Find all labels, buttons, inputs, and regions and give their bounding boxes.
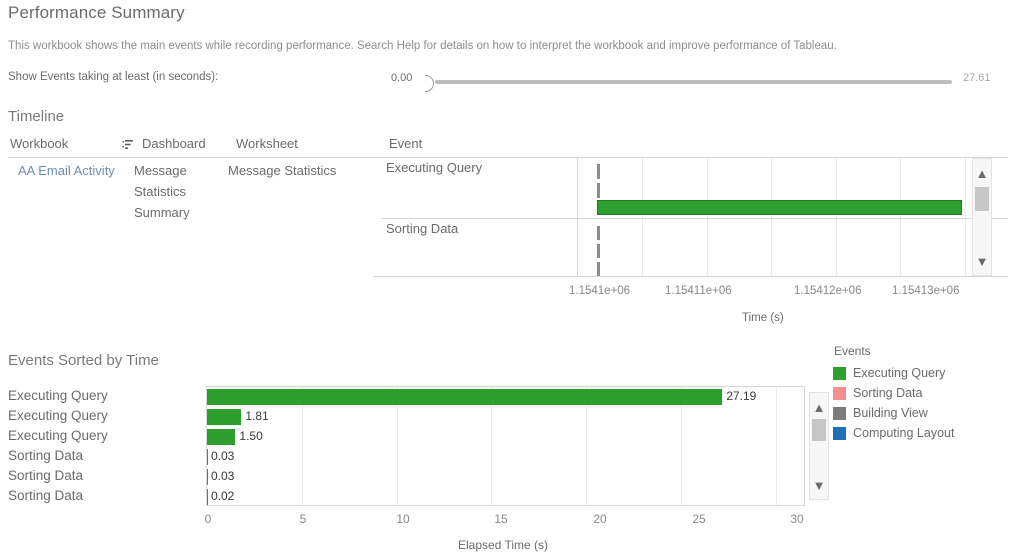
slider-handle[interactable] (425, 75, 434, 92)
events-bar-value: 1.50 (239, 427, 262, 447)
timeline-mark (597, 244, 600, 258)
cell-workbook[interactable]: AA Email Activity (18, 160, 123, 181)
timeline-mark (597, 164, 600, 179)
legend-item-computing-layout[interactable]: Computing Layout (833, 423, 1013, 443)
legend-swatch (833, 427, 846, 440)
events-bar-value: 1.81 (245, 407, 268, 427)
timeline-section-title: Timeline (8, 108, 64, 125)
events-axis-title: Elapsed Time (s) (458, 538, 548, 552)
event-row-label: Sorting Data (8, 486, 203, 506)
legend-label: Computing Layout (853, 426, 954, 440)
events-bar-row: 1.50 (207, 427, 804, 447)
events-legend: Events Executing Query Sorting Data Buil… (833, 344, 1013, 443)
events-bar-row: 0.02 (207, 487, 804, 507)
slider-min-value: 0.00 (391, 72, 412, 84)
events-bar-row: 1.81 (207, 407, 804, 427)
sort-ascending-icon[interactable] (122, 138, 135, 151)
filter-label: Show Events taking at least (in seconds)… (8, 71, 218, 83)
legend-item-executing-query[interactable]: Executing Query (833, 363, 1013, 383)
events-bar-chart: 27.19 1.81 1.50 0.03 0.03 0.02 (206, 386, 805, 506)
legend-label: Executing Query (853, 366, 945, 380)
chevron-up-icon[interactable]: ▲ (810, 399, 828, 415)
events-bar-value: 0.02 (211, 487, 234, 507)
legend-label: Sorting Data (853, 386, 922, 400)
events-bar-row: 0.03 (207, 447, 804, 467)
timeline-mark (597, 226, 600, 240)
axis-tick: 1.15412e+06 (794, 285, 861, 297)
timeline-mark (597, 183, 600, 198)
events-bar-value: 0.03 (211, 467, 234, 487)
chevron-down-icon[interactable]: ▼ (810, 477, 828, 493)
page-description: This workbook shows the main events whil… (8, 40, 837, 52)
legend-swatch (833, 407, 846, 420)
cell-worksheet: Message Statistics (228, 160, 373, 181)
events-bar-row: 27.19 (207, 387, 804, 407)
events-x-axis: 0 5 10 15 20 25 30 (206, 512, 806, 528)
events-bar[interactable] (207, 389, 722, 405)
scrollbar-thumb[interactable] (975, 187, 989, 211)
legend-swatch (833, 387, 846, 400)
timeline-x-axis: 1.1541e+06 1.15411e+06 1.15412e+06 1.154… (569, 285, 1009, 301)
column-header-workbook[interactable]: Workbook (10, 136, 68, 151)
timeline-plot-area (577, 219, 981, 277)
chevron-up-icon[interactable]: ▲ (973, 165, 991, 181)
timeline-gridlines (578, 219, 981, 277)
legend-item-sorting-data[interactable]: Sorting Data (833, 383, 1013, 403)
performance-summary-page: Performance Summary This workbook shows … (0, 0, 1025, 548)
event-threshold-filter: Show Events taking at least (in seconds)… (8, 70, 1018, 92)
event-row-label: Sorting Data (8, 446, 203, 466)
events-scrollbar[interactable]: ▲ ▼ (809, 392, 829, 500)
axis-tick: 20 (593, 512, 606, 526)
timeline-bar-executing-query[interactable] (597, 200, 962, 215)
events-row-labels: Executing Query Executing Query Executin… (8, 386, 203, 506)
timeline-body: AA Email Activity Message Statistics Sum… (8, 158, 1008, 276)
axis-tick: 15 (494, 512, 507, 526)
timeline-axis-title: Time (s) (742, 312, 784, 324)
chevron-down-icon[interactable]: ▼ (973, 253, 991, 269)
timeline-event-label: Executing Query (386, 160, 482, 175)
legend-label: Building View (853, 406, 928, 420)
timeline-scrollbar[interactable]: ▲ ▼ (972, 158, 992, 276)
axis-tick: 1.15413e+06 (892, 285, 959, 297)
axis-tick: 1.15411e+06 (665, 285, 732, 297)
events-bar[interactable] (207, 409, 241, 425)
events-section-title: Events Sorted by Time (8, 352, 159, 369)
timeline-plot-area (577, 158, 981, 218)
cell-dashboard: Message Statistics Summary (134, 160, 222, 223)
events-bar[interactable] (207, 469, 208, 485)
axis-tick: 25 (692, 512, 705, 526)
events-bar[interactable] (207, 449, 208, 465)
timeline-gantt: Executing Query Sorting Data (381, 158, 1008, 276)
timeline-mark (597, 262, 600, 276)
legend-item-building-view[interactable]: Building View (833, 403, 1013, 423)
events-bar-row: 0.03 (207, 467, 804, 487)
axis-tick: 5 (300, 512, 307, 526)
axis-tick: 0 (205, 512, 212, 526)
events-bar-value: 0.03 (211, 447, 234, 467)
column-header-dashboard[interactable]: Dashboard (142, 136, 206, 151)
legend-title: Events (834, 344, 1013, 358)
column-header-event[interactable]: Event (389, 136, 422, 151)
slider-track[interactable] (435, 80, 952, 84)
scrollbar-thumb[interactable] (812, 419, 826, 441)
events-bar[interactable] (207, 429, 235, 445)
axis-tick: 10 (396, 512, 409, 526)
axis-tick: 30 (790, 512, 803, 526)
column-header-worksheet[interactable]: Worksheet (236, 136, 298, 151)
timeline-event-label: Sorting Data (386, 221, 458, 236)
page-title: Performance Summary (8, 3, 185, 23)
legend-swatch (833, 367, 846, 380)
timeline-bottom-border (373, 276, 1008, 277)
timeline-row: Executing Query (381, 158, 1008, 218)
timeline-column-headers: Workbook Dashboard Worksheet Event (8, 136, 1008, 158)
slider-max-value: 27.61 (963, 72, 991, 84)
event-row-label: Executing Query (8, 386, 203, 406)
event-row-label: Executing Query (8, 406, 203, 426)
event-row-label: Sorting Data (8, 466, 203, 486)
timeline-row: Sorting Data (381, 218, 1008, 277)
axis-tick: 1.1541e+06 (569, 285, 630, 297)
event-row-label: Executing Query (8, 426, 203, 446)
events-bar-value: 27.19 (726, 387, 756, 407)
